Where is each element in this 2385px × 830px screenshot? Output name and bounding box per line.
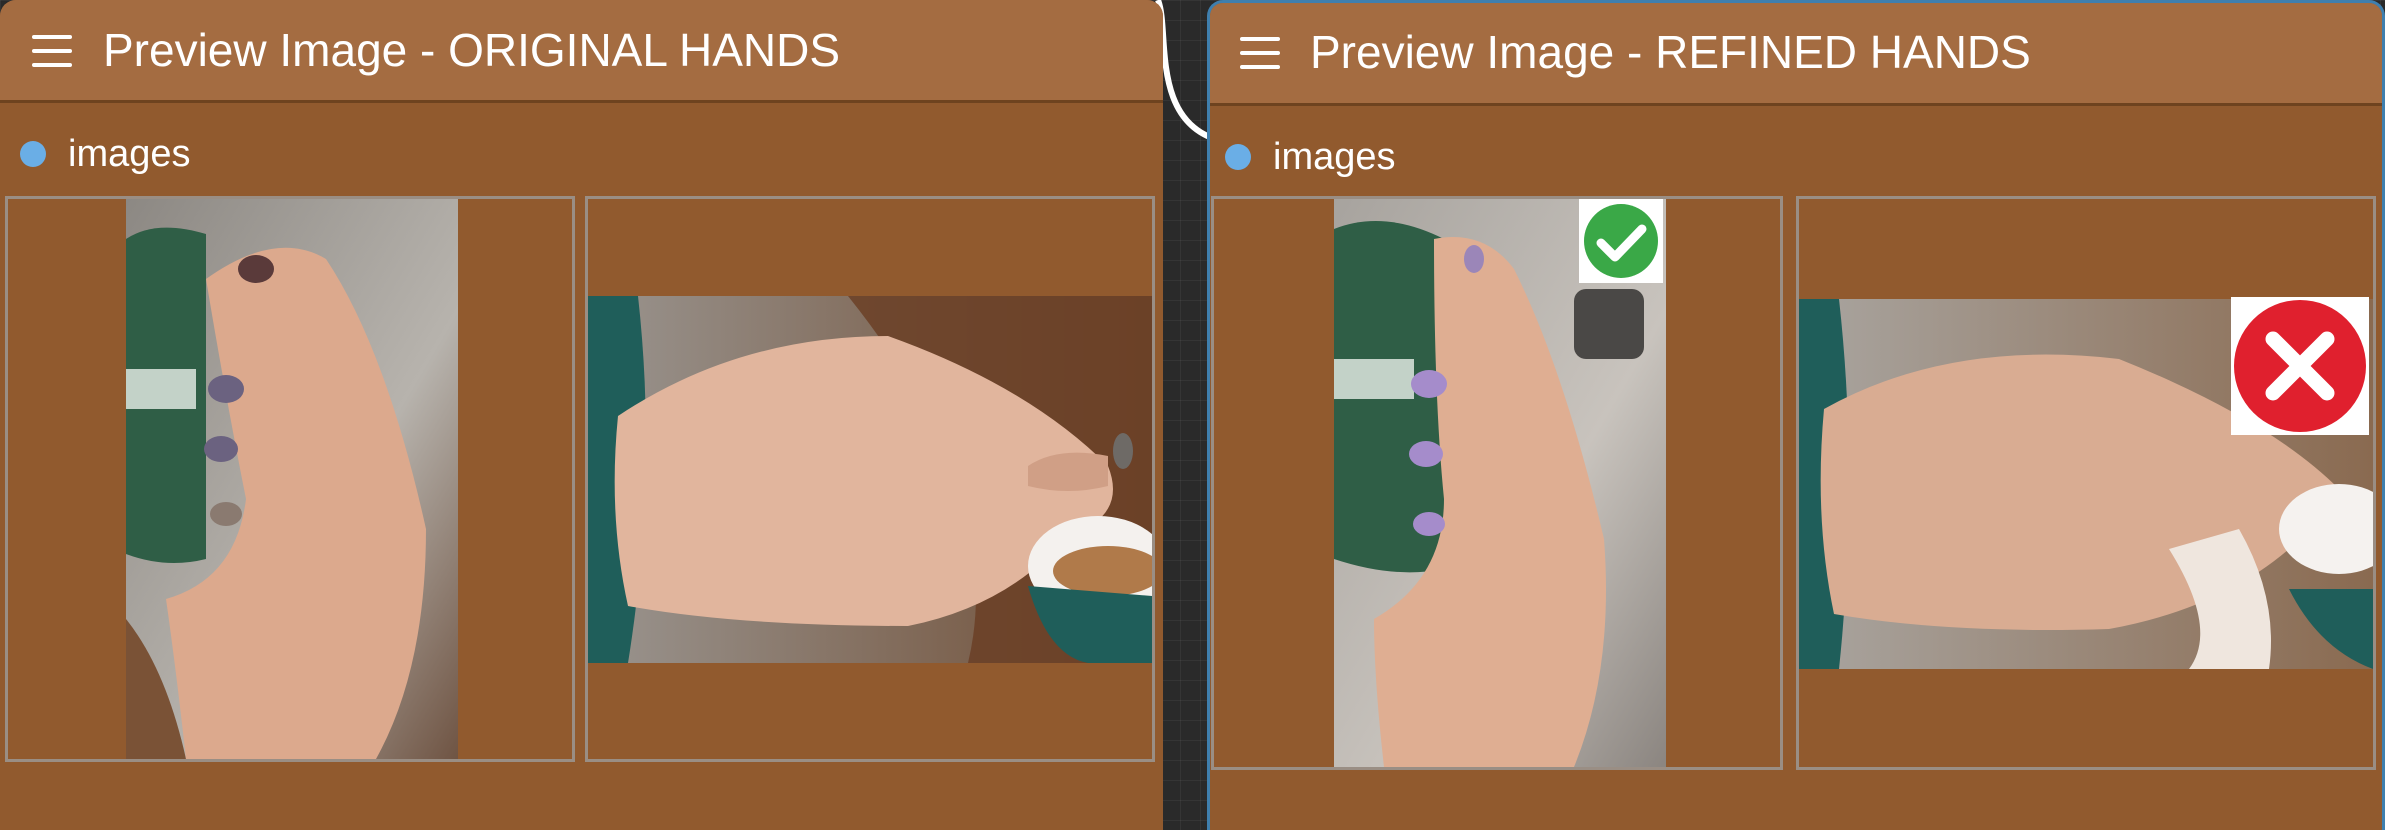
node-header[interactable]: Preview Image - REFINED HANDS	[1210, 3, 2382, 106]
preview-image-node-refined[interactable]: Preview Image - REFINED HANDS images	[1207, 0, 2385, 830]
image-thumbnail-2[interactable]	[585, 196, 1155, 762]
hand-photo-portrait	[126, 199, 458, 759]
slot-dot-icon[interactable]	[20, 141, 46, 167]
node-title: Preview Image - REFINED HANDS	[1310, 26, 2031, 78]
x-icon	[2231, 297, 2369, 435]
image-thumbnail-1[interactable]	[1211, 196, 1783, 770]
images-input-slot[interactable]: images	[1225, 135, 1396, 178]
hand-photo-landscape	[588, 296, 1152, 663]
check-icon	[1579, 199, 1663, 283]
image-thumbnail-2[interactable]	[1796, 196, 2376, 770]
hamburger-menu-icon[interactable]	[32, 35, 72, 67]
hand-photo-portrait	[1334, 199, 1666, 767]
preview-image-node-original[interactable]: Preview Image - ORIGINAL HANDS images	[0, 0, 1163, 830]
images-input-slot[interactable]: images	[20, 132, 191, 175]
slot-label: images	[68, 132, 191, 175]
hamburger-menu-icon[interactable]	[1240, 37, 1280, 69]
image-thumbnail-1[interactable]	[5, 196, 575, 762]
slot-dot-icon[interactable]	[1225, 144, 1251, 170]
node-header[interactable]: Preview Image - ORIGINAL HANDS	[0, 0, 1163, 103]
node-title: Preview Image - ORIGINAL HANDS	[103, 24, 841, 76]
slot-label: images	[1273, 135, 1396, 178]
